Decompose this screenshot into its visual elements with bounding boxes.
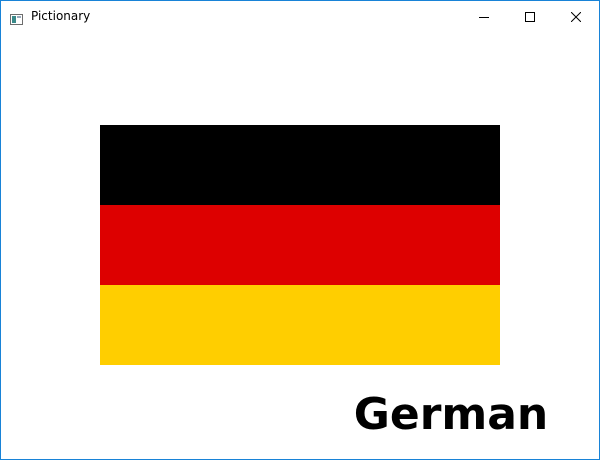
word-caption: German bbox=[353, 389, 549, 440]
window-title: Pictionary bbox=[31, 9, 91, 23]
close-button[interactable] bbox=[553, 1, 599, 31]
flag-stripe-middle bbox=[100, 205, 500, 285]
app-window: Pictionary German bbox=[0, 0, 600, 460]
minimize-button[interactable] bbox=[461, 1, 507, 31]
content-area: German bbox=[1, 31, 599, 459]
minimize-icon bbox=[479, 7, 489, 26]
flag-stripe-top bbox=[100, 125, 500, 205]
window-app-icon[interactable] bbox=[10, 10, 23, 25]
flag-stripe-bottom bbox=[100, 285, 500, 365]
title-bar[interactable]: Pictionary bbox=[1, 1, 599, 31]
maximize-icon bbox=[525, 7, 535, 26]
flag-image bbox=[100, 125, 500, 365]
maximize-button[interactable] bbox=[507, 1, 553, 31]
close-icon bbox=[570, 7, 582, 26]
